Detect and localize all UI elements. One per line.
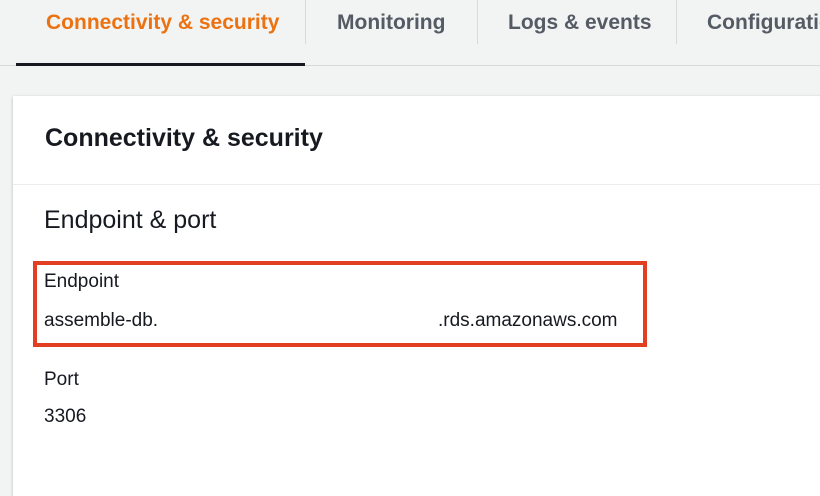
tab-divider: [676, 0, 677, 44]
tab-divider: [305, 0, 306, 44]
tab-monitoring[interactable]: Monitoring: [337, 0, 445, 66]
active-tab-indicator: [16, 63, 305, 66]
panel-header: Connectivity & security: [13, 96, 820, 185]
endpoint-highlight-box: [33, 261, 647, 347]
tab-connectivity-security[interactable]: Connectivity & security: [46, 0, 279, 66]
tab-logs-events[interactable]: Logs & events: [508, 0, 652, 66]
tab-divider: [477, 0, 478, 44]
section-title-endpoint-port: Endpoint & port: [44, 206, 217, 234]
tab-configuration[interactable]: Configuratio: [707, 0, 820, 66]
port-value: 3306: [44, 406, 87, 427]
port-label: Port: [44, 369, 79, 390]
panel-title: Connectivity & security: [45, 124, 323, 152]
tab-bar: Connectivity & security Monitoring Logs …: [0, 0, 820, 66]
